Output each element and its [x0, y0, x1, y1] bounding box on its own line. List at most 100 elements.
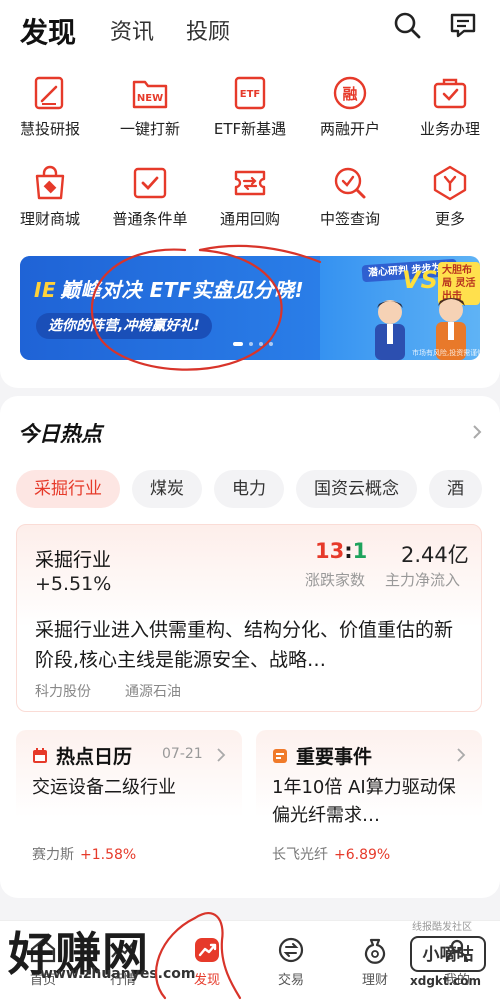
menu-item-business[interactable]: 业务办理 — [400, 68, 500, 158]
menu-item-etf[interactable]: ETF ETF新基遇 — [200, 68, 300, 158]
calendar-body: 交运设备二级行业 — [32, 777, 176, 798]
sector-change: +5.51% — [35, 573, 112, 595]
calendar-title: 热点日历 — [56, 746, 133, 768]
menu-item-margin[interactable]: 融 两融开户 — [300, 68, 400, 158]
important-event-card[interactable]: 重要事件 1年10倍 AI算力驱动保偏光纤需求… 长飞光纤 +6.89% — [256, 730, 482, 876]
event-body: 1年10倍 AI算力驱动保偏光纤需求… — [272, 777, 456, 826]
event-stock-name: 长飞光纤 — [272, 847, 328, 863]
calendar-stock-name: 赛力斯 — [32, 847, 74, 863]
hot-title: 今日热点 — [18, 422, 102, 446]
menu-item-condition-order[interactable]: 普通条件单 — [100, 158, 200, 248]
stock-link[interactable]: 科力股份 — [35, 681, 91, 701]
new-badge: NEW — [137, 93, 163, 104]
nav-label: 理财 — [361, 973, 388, 988]
menu-item-mall[interactable]: 理财商城 — [0, 158, 100, 248]
nav-label: 交易 — [277, 973, 304, 988]
message-icon[interactable] — [448, 10, 478, 40]
menu-label: 慧投研报 — [19, 120, 80, 138]
pager-dot-active — [233, 342, 243, 346]
chevron-right-icon — [217, 748, 226, 762]
calendar-stock-change: +1.58% — [80, 847, 137, 863]
menu-label: ETF新基遇 — [213, 120, 287, 138]
chevron-right-icon[interactable] — [470, 424, 484, 440]
chip-liquor[interactable]: 酒 — [429, 470, 482, 508]
sector-description: 采掘行业进入供需重构、结构分化、价值重估的新阶段,核心主线是能源安全、战略… — [35, 619, 454, 671]
pager-dot — [249, 342, 253, 346]
banner-title: IE 巅峰对决 ETF实盘见分晓! — [34, 274, 304, 303]
margin-badge: 融 — [342, 85, 357, 103]
menu-label: 一键打新 — [119, 120, 180, 138]
nav-wealth[interactable]: 理财 — [340, 935, 410, 988]
quick-menu: 慧投研报 NEW 一键打新 ETF ETF新基遇 融 两融开户 业务办理 理财商… — [0, 68, 500, 248]
calendar-icon — [33, 747, 47, 763]
hot-topics-card: 今日热点 采掘行业 煤炭 电力 国资云概念 酒 采掘行业 +5.51% 13:1… — [0, 396, 500, 898]
margin-icon: 融 — [331, 74, 369, 112]
pager-dot — [259, 342, 263, 346]
search-icon[interactable] — [392, 10, 422, 40]
up-count: 13 — [315, 539, 345, 563]
menu-label: 理财商城 — [19, 210, 80, 228]
lottery-search-icon — [331, 164, 369, 202]
discover-icon — [192, 935, 222, 965]
sector-detail-card[interactable]: 采掘行业 +5.51% 13:1 涨跌家数 2.44亿 主力净流入 采掘行业进入… — [16, 524, 482, 712]
promo-banner[interactable]: IE 巅峰对决 ETF实盘见分晓! 选你的阵营,冲榜赢好礼! 潜心研判 步步为赢 … — [20, 256, 480, 360]
menu-label: 中签查询 — [319, 210, 380, 228]
up-down-ratio: 13:1 — [315, 539, 367, 563]
banner-pager — [233, 342, 273, 346]
condition-order-icon — [131, 164, 169, 202]
menu-label: 普通条件单 — [112, 210, 188, 228]
watermark-caption-right: 线报酷发社区 — [412, 922, 472, 933]
calendar-header: 热点日历 — [32, 742, 132, 769]
chip-state-cloud[interactable]: 国资云概念 — [296, 470, 417, 508]
calendar-stock: 赛力斯 +1.58% — [32, 844, 136, 864]
chip-mining[interactable]: 采掘行业 — [16, 470, 120, 508]
new-stock-icon: NEW — [131, 74, 169, 112]
net-inflow-label: 主力净流入 — [385, 571, 461, 589]
chip-power[interactable]: 电力 — [214, 470, 284, 508]
up-down-label: 涨跌家数 — [305, 571, 366, 589]
stock-link[interactable]: 通源石油 — [125, 681, 181, 701]
ratio-separator: : — [344, 539, 353, 563]
related-stocks: 科力股份 通源石油 — [35, 681, 181, 701]
etf-icon: ETF — [231, 74, 269, 112]
event-stock: 长飞光纤 +6.89% — [272, 844, 390, 864]
tab-discover[interactable]: 发现 — [20, 16, 76, 50]
more-icon — [431, 164, 469, 202]
menu-item-repo[interactable]: 通用回购 — [200, 158, 300, 248]
banner-footnote: 市场有风险,投资需谨慎 — [412, 349, 480, 357]
watermark-logo-right: 小嘀咕 — [410, 936, 486, 972]
event-stock-change: +6.89% — [334, 847, 391, 863]
watermark-url-left: www.zhuanyes.com — [40, 966, 196, 982]
etf-badge: ETF — [240, 89, 260, 100]
net-inflow-value: 2.44亿 — [401, 543, 469, 567]
hot-calendar-card[interactable]: 热点日历 07-21 交运设备二级行业 赛力斯 +1.58% — [16, 730, 242, 876]
menu-label: 两融开户 — [319, 120, 380, 138]
report-icon — [31, 74, 69, 112]
top-section: 发现 资讯 投顾 慧投研报 NEW 一键打新 ETF ETF新基遇 融 两融开户… — [0, 0, 500, 388]
top-tabs: 发现 资讯 投顾 — [20, 8, 262, 50]
menu-item-new-stock[interactable]: NEW 一键打新 — [100, 68, 200, 158]
menu-item-more[interactable]: 更多 — [400, 158, 500, 248]
banner-title-prefix: IE — [34, 278, 57, 302]
character-left-illustration — [375, 300, 405, 360]
nav-trade[interactable]: 交易 — [256, 935, 326, 988]
menu-item-report[interactable]: 慧投研报 — [0, 68, 100, 158]
chip-coal[interactable]: 煤炭 — [132, 470, 202, 508]
tab-advisor[interactable]: 投顾 — [186, 16, 230, 50]
sector-name: 采掘行业 — [35, 549, 112, 571]
menu-label: 更多 — [434, 210, 465, 228]
repo-ticket-icon — [231, 164, 269, 202]
tab-news[interactable]: 资讯 — [110, 16, 154, 50]
banner-vs: VS — [402, 266, 438, 294]
menu-label: 通用回购 — [219, 210, 280, 228]
pager-dot — [269, 342, 273, 346]
down-count: 1 — [352, 539, 368, 563]
hot-chip-bar: 采掘行业 煤炭 电力 国资云概念 酒 — [16, 470, 482, 508]
chevron-right-icon — [457, 748, 466, 762]
menu-label: 业务办理 — [419, 120, 480, 138]
banner-left-panel — [20, 256, 320, 360]
event-header: 重要事件 — [272, 742, 372, 769]
menu-item-lottery[interactable]: 中签查询 — [300, 158, 400, 248]
watermark-url-right: xdgkt.com — [410, 974, 482, 988]
calendar-date: 07-21 — [162, 746, 203, 762]
